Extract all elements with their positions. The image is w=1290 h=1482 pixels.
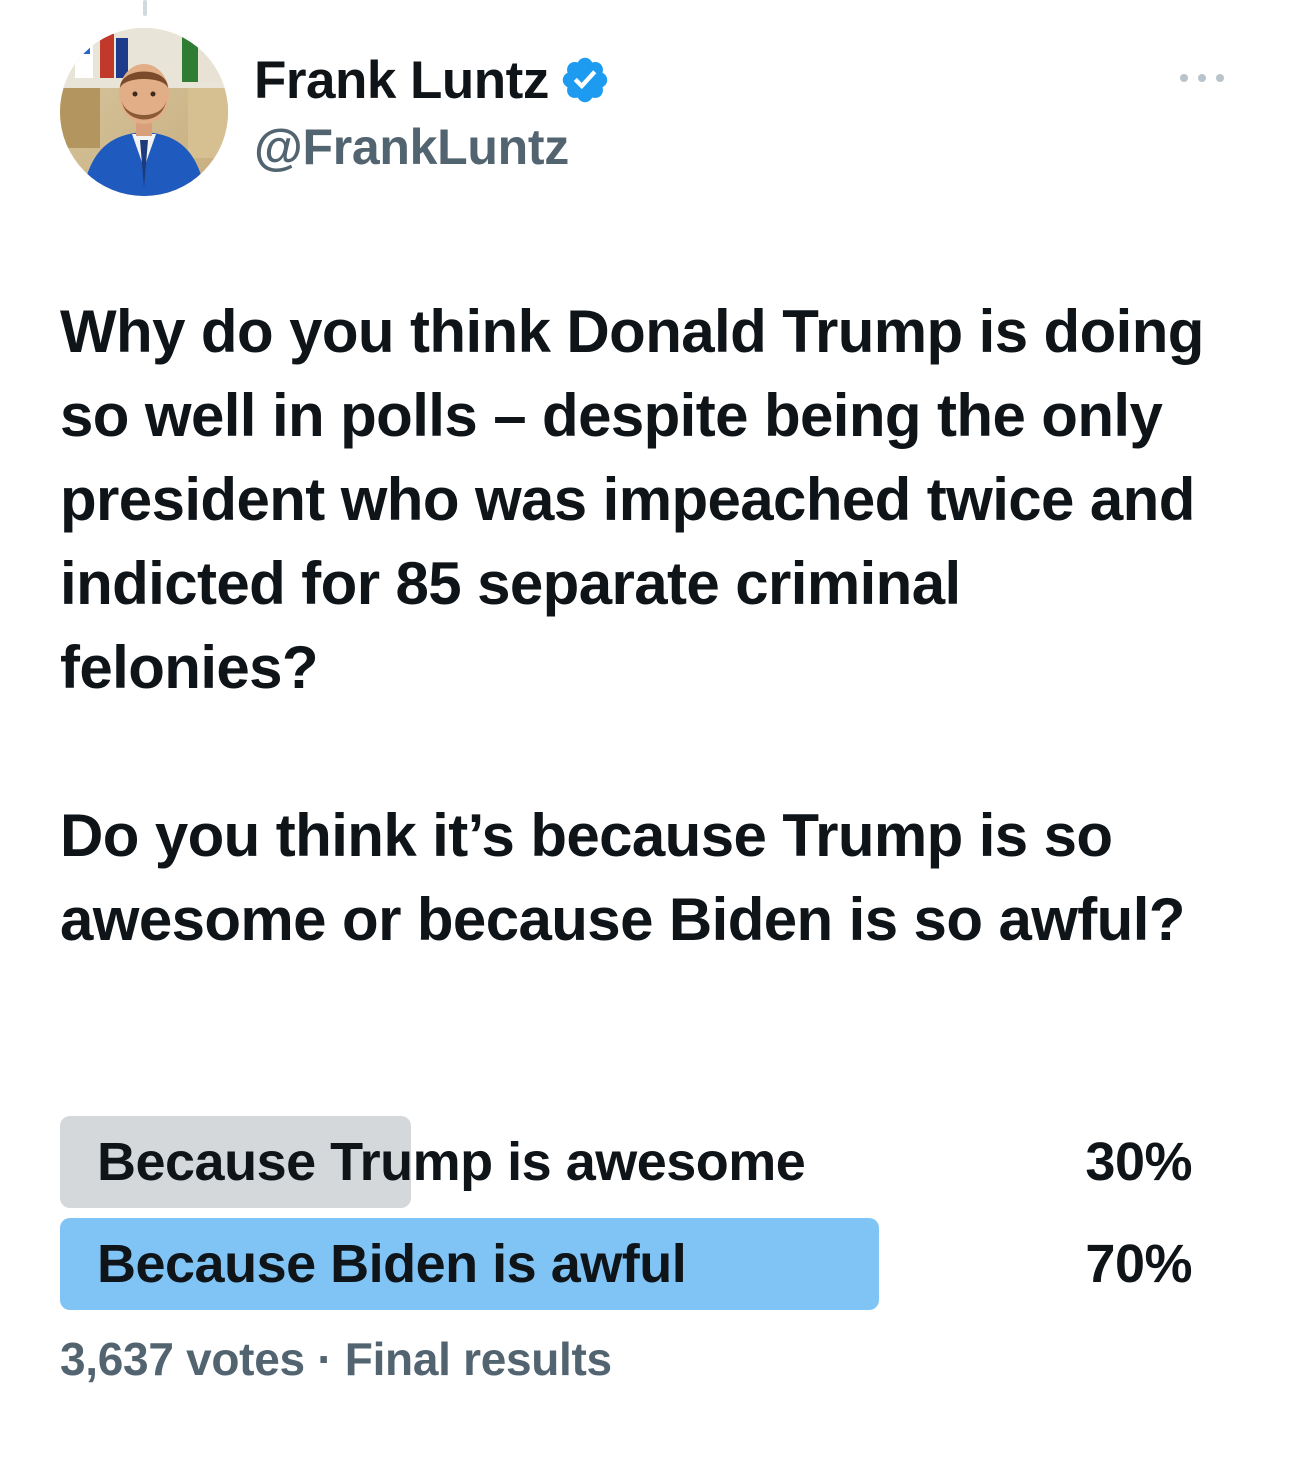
poll-option: Because Trump is awesome 30% [60,1116,1200,1208]
poll-option: Because Biden is awful 70% [60,1218,1200,1310]
poll-separator: · [317,1333,333,1385]
poll-option-percent: 70% [1085,1234,1192,1294]
tweet-text: Why do you think Donald Trump is doing s… [60,290,1230,962]
thread-connector-line [143,0,147,16]
author-handle[interactable]: @FrankLuntz [254,118,611,176]
avatar[interactable] [60,28,228,196]
tweet-author: Frank Luntz @FrankLuntz [254,44,611,176]
poll-option-percent: 30% [1085,1132,1192,1192]
author-display-name[interactable]: Frank Luntz [254,50,549,111]
tweet-paragraph: Do you think it’s because Trump is so aw… [60,802,1185,953]
more-dot [1198,74,1206,82]
poll: Because Trump is awesome 30% Because Bid… [60,1116,1200,1320]
author-name-row: Frank Luntz [254,44,611,116]
verified-badge-icon[interactable] [559,54,611,106]
poll-option-label: Because Biden is awful [97,1234,687,1294]
more-dot [1180,74,1188,82]
tweet-paragraph: Why do you think Donald Trump is doing s… [60,298,1204,701]
avatar-photo [60,28,228,196]
poll-footer: 3,637 votes · Final results [60,1332,612,1386]
more-options-icon[interactable] [1180,68,1224,88]
more-dot [1216,74,1224,82]
poll-status: Final results [344,1333,612,1385]
poll-option-label: Because Trump is awesome [97,1132,806,1192]
poll-vote-count: 3,637 votes [60,1333,305,1385]
